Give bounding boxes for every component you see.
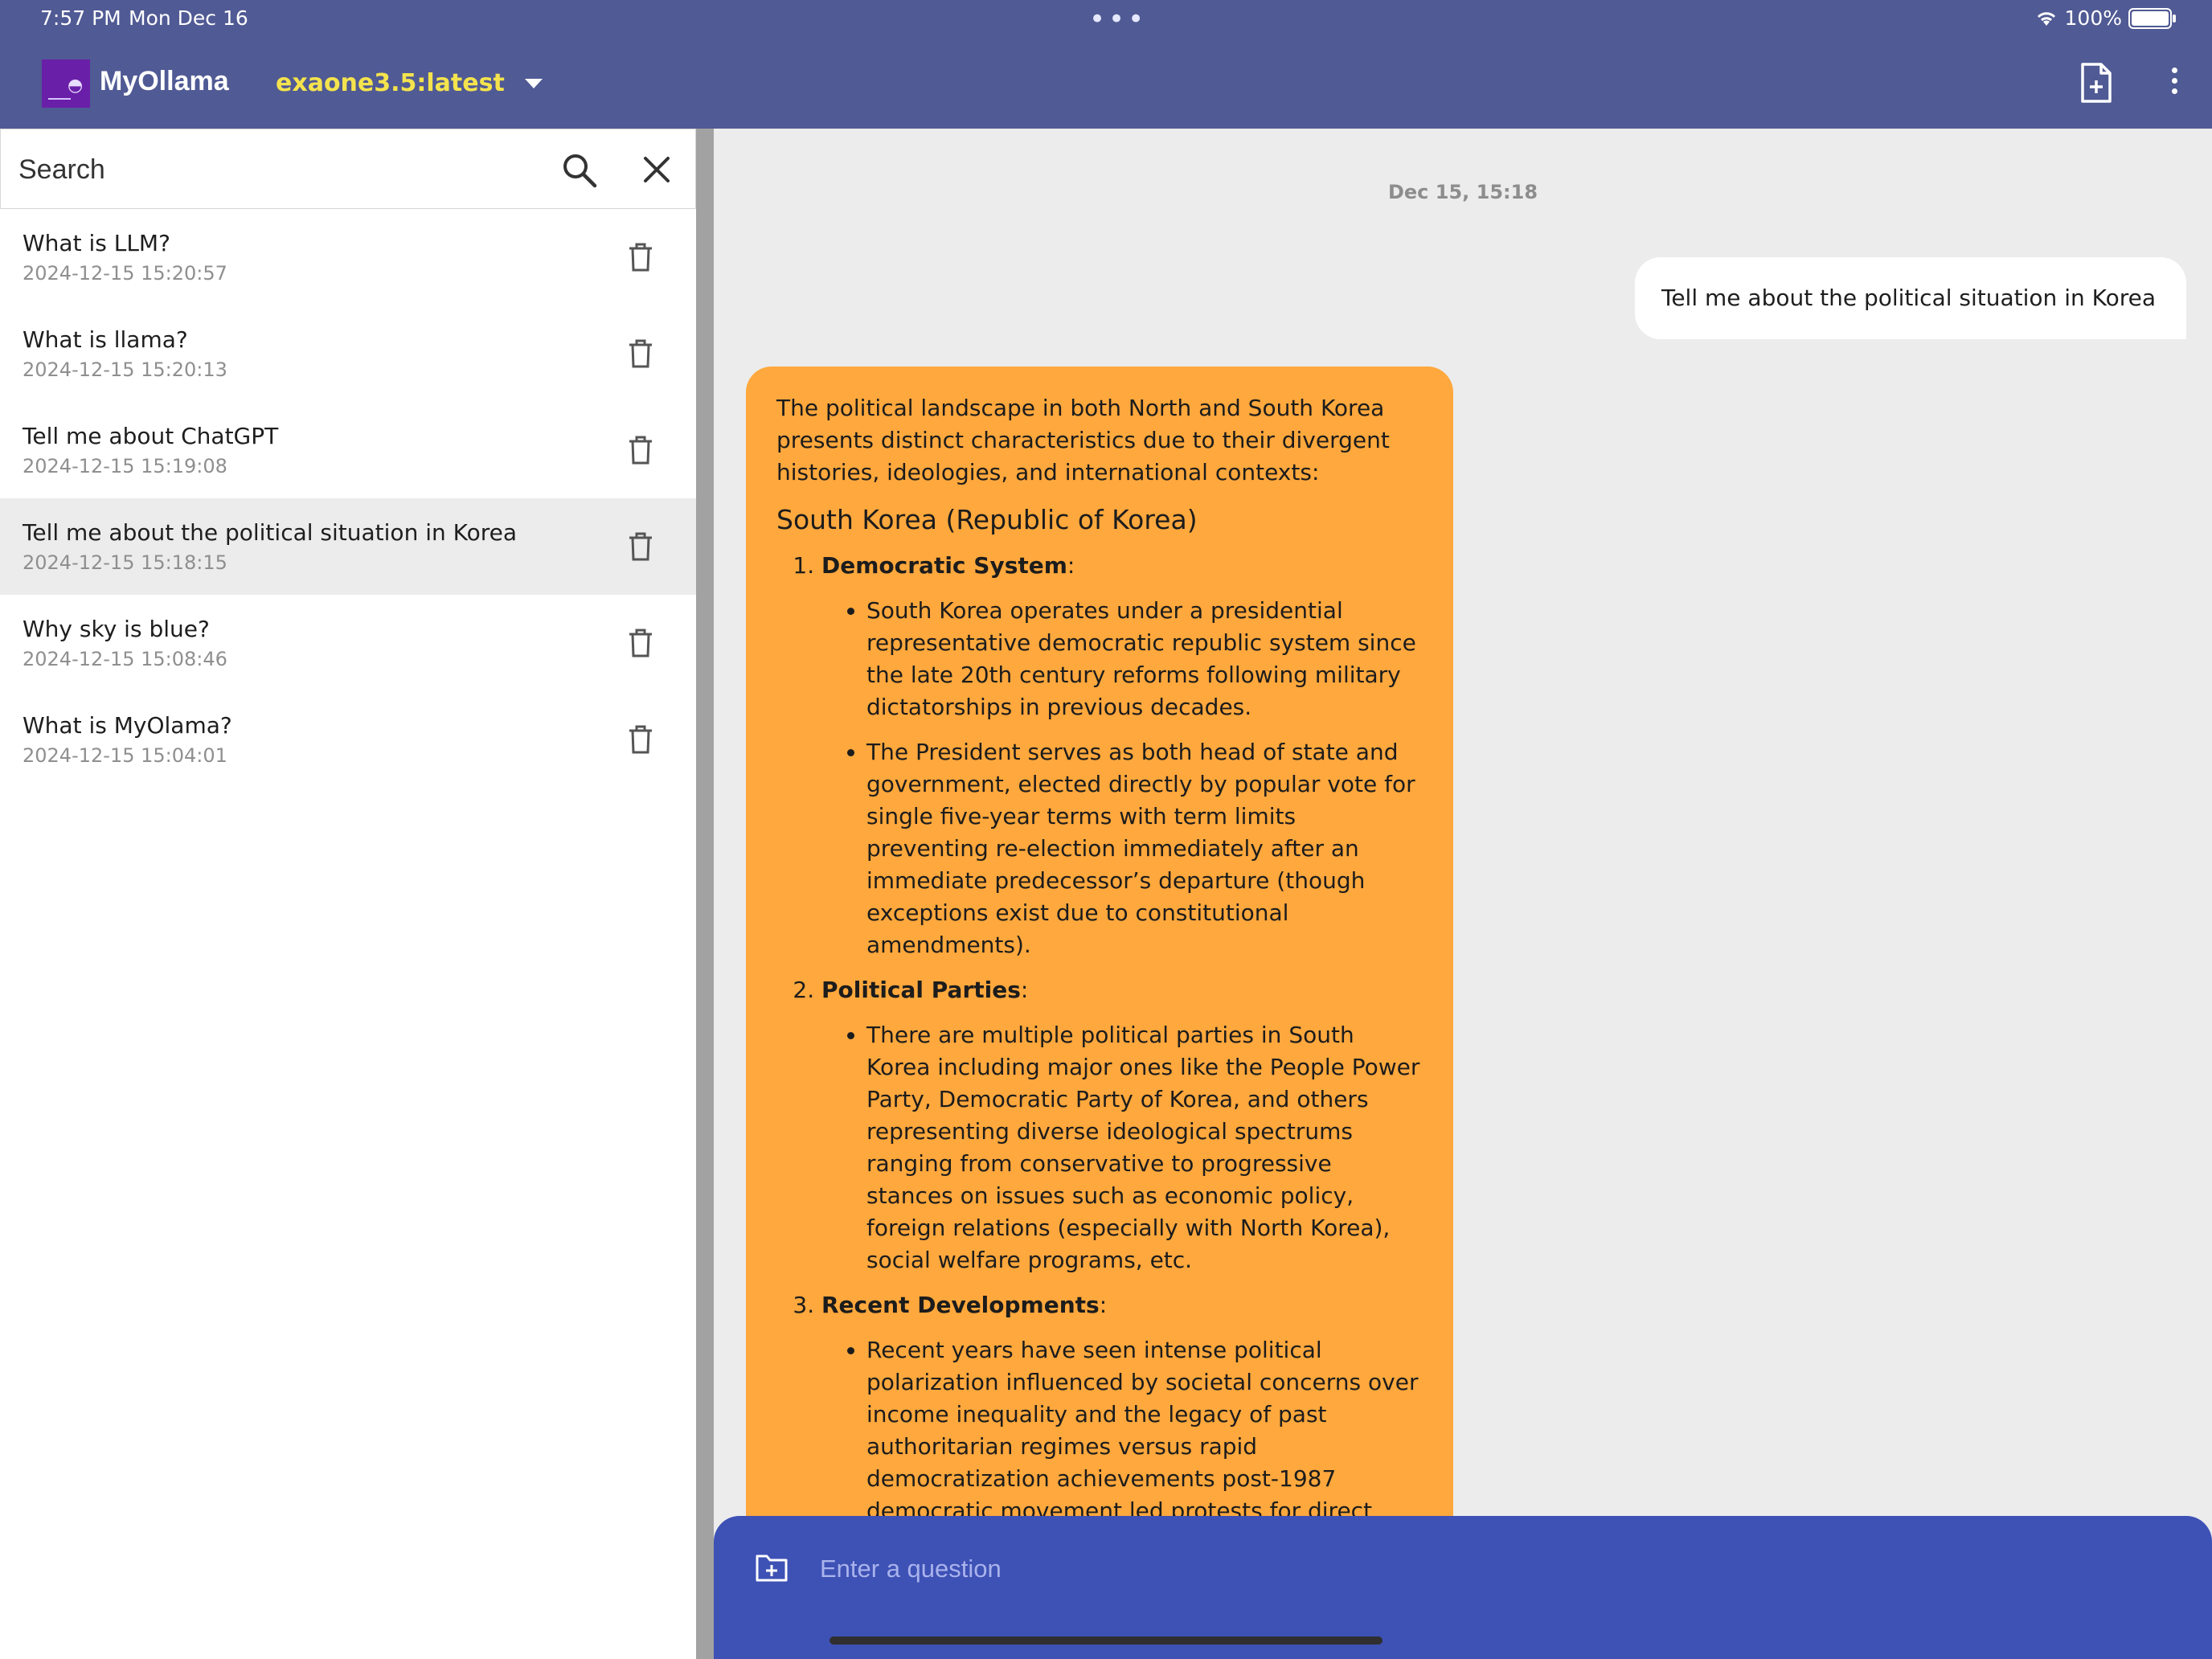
section-title: Democratic System (821, 552, 1067, 579)
history-item-title: Tell me about the political situation in… (23, 519, 518, 546)
history-item-date: 2024-12-15 15:20:13 (23, 358, 227, 381)
trash-icon[interactable] (627, 436, 654, 465)
composer (714, 1516, 2212, 1659)
section-title: Recent Developments (821, 1292, 1100, 1318)
model-dropdown[interactable]: exaone3.5:latest (276, 69, 543, 97)
history-item[interactable]: What is llama? 2024-12-15 15:20:13 (0, 305, 696, 402)
history-item-title: What is llama? (23, 326, 188, 353)
section-item: Political Parties: There are multiple po… (821, 974, 1423, 1276)
llama-icon: ◓ (68, 76, 84, 96)
wifi-icon (2037, 11, 2055, 26)
status-time: 7:57 PM (40, 6, 121, 30)
history-item-date: 2024-12-15 15:08:46 (23, 648, 227, 670)
home-indicator (830, 1636, 1382, 1645)
section-title: Political Parties (821, 977, 1021, 1003)
bullet-item: The President serves as both head of sta… (866, 736, 1423, 961)
search-input[interactable] (17, 149, 518, 190)
bullet-item: South Korea operates under a presidentia… (866, 595, 1423, 723)
history-item[interactable]: What is LLM? 2024-12-15 15:20:57 (0, 209, 696, 305)
chat-history-list: What is LLM? 2024-12-15 15:20:57 What is… (0, 209, 696, 788)
assistant-sections: Democratic System: South Korea operates … (776, 550, 1423, 1559)
history-item[interactable]: Tell me about ChatGPT 2024-12-15 15:19:0… (0, 402, 696, 498)
history-item-selected[interactable]: Tell me about the political situation in… (0, 498, 696, 595)
user-message: Tell me about the political situation in… (1634, 257, 2186, 339)
history-item[interactable]: What is MyOlama? 2024-12-15 15:04:01 (0, 691, 696, 788)
assistant-message: The political landscape in both North an… (746, 367, 1453, 1659)
trash-icon[interactable] (627, 339, 654, 368)
chat-timestamp: Dec 15, 15:18 (1387, 181, 1538, 203)
section-item: Democratic System: South Korea operates … (821, 550, 1423, 961)
app-title: MyOllama (100, 66, 229, 96)
history-item-date: 2024-12-15 15:20:57 (23, 262, 227, 285)
trash-icon[interactable] (627, 243, 654, 272)
question-input[interactable] (818, 1548, 1947, 1590)
history-item-title: What is LLM? (23, 230, 170, 256)
more-vert-icon[interactable] (2162, 68, 2186, 100)
section-bullets: There are multiple political parties in … (821, 1019, 1423, 1276)
multitasking-dots[interactable]: ••• (1089, 6, 1147, 33)
trash-icon[interactable] (627, 629, 654, 657)
model-name: exaone3.5:latest (276, 69, 505, 97)
assistant-heading: South Korea (Republic of Korea) (776, 504, 1198, 535)
search-icon[interactable] (561, 152, 598, 189)
bullet-item: There are multiple political parties in … (866, 1019, 1423, 1276)
section-bullets: South Korea operates under a presidentia… (821, 595, 1423, 961)
chevron-down-icon (524, 78, 543, 88)
history-item-date: 2024-12-15 15:04:01 (23, 744, 227, 767)
app-logo: ◓ (42, 59, 90, 108)
new-chat-button[interactable] (2079, 63, 2113, 103)
battery-icon (2128, 7, 2176, 29)
sidebar: What is LLM? 2024-12-15 15:20:57 What is… (0, 129, 696, 1659)
pane-divider[interactable] (696, 129, 714, 1659)
trash-icon[interactable] (627, 532, 654, 561)
chat-panel: Dec 15, 15:18 Tell me about the politica… (714, 129, 2212, 1659)
assistant-intro: The political landscape in both North an… (776, 395, 1390, 485)
search-bar (0, 129, 696, 209)
history-item-title: Tell me about ChatGPT (23, 423, 279, 449)
trash-icon[interactable] (627, 725, 654, 754)
status-indicators: 100% (2034, 6, 2176, 30)
close-icon[interactable] (639, 152, 674, 187)
folder-add-icon[interactable] (754, 1550, 789, 1585)
history-item-title: What is MyOlama? (23, 712, 232, 739)
history-item-title: Why sky is blue? (23, 616, 210, 642)
battery-percent: 100% (2064, 6, 2122, 30)
history-item-date: 2024-12-15 15:18:15 (23, 551, 227, 574)
app-bar: 7:57 PM Mon Dec 16 ••• 100% ◓ MyOllama e… (0, 0, 2212, 129)
status-date: Mon Dec 16 (129, 6, 248, 30)
history-item[interactable]: Why sky is blue? 2024-12-15 15:08:46 (0, 595, 696, 691)
history-item-date: 2024-12-15 15:19:08 (23, 455, 227, 477)
